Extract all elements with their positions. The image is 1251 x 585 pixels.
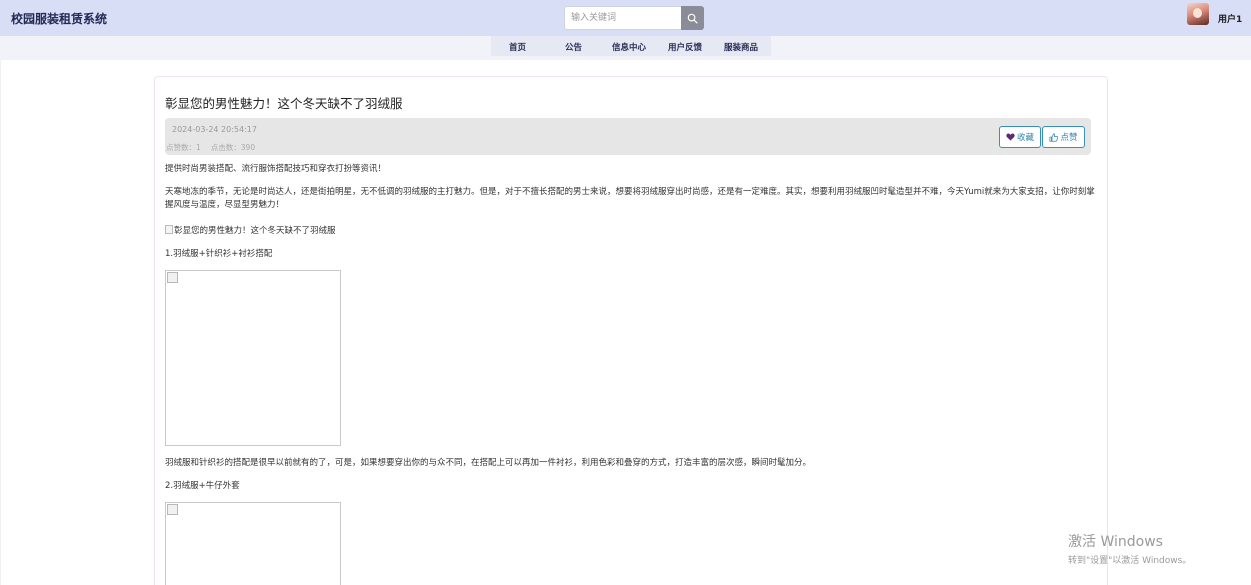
search-button[interactable] — [681, 6, 704, 30]
main-nav: 首页 公告 信息中心 用户反馈 服装商品 — [0, 36, 1251, 60]
watermark-subtitle: 转到"设置"以激活 Windows。 — [1068, 556, 1192, 566]
nav-item-home[interactable]: 首页 — [509, 41, 526, 53]
search-icon — [687, 13, 698, 24]
broken-image-icon — [165, 225, 173, 234]
watermark-title: 激活 Windows — [1068, 534, 1163, 550]
click-count: 点击数：390 — [210, 143, 256, 152]
nav-item-notice[interactable]: 公告 — [565, 41, 582, 53]
nav-item-clothing[interactable]: 服装商品 — [724, 41, 758, 53]
nav-menu: 首页 公告 信息中心 用户反馈 服装商品 — [491, 36, 771, 56]
article-paragraph: 天寒地冻的季节，无论是时尚达人，还是街拍明星，无不低调的羽绒服的主打魅力。但是，… — [165, 187, 1095, 210]
article-stats: 点赞数：1 点击数：390 — [166, 142, 265, 153]
article-image-broken: 彰显您的男性魅力！这个冬天缺不了羽绒服 — [165, 224, 336, 236]
username-label[interactable]: 用户1 — [1218, 12, 1242, 25]
search-input[interactable] — [564, 6, 681, 30]
image-alt-text: 彰显您的男性魅力！这个冬天缺不了羽绒服 — [174, 226, 336, 236]
search-box — [564, 6, 704, 30]
article-intro: 提供时尚男装搭配、流行服饰搭配技巧和穿衣打扮等资讯！ — [165, 164, 387, 174]
page-edge — [0, 60, 1, 585]
section-heading: 2.羽绒服+牛仔外套 — [165, 481, 240, 491]
article-paragraph: 羽绒服和针织衫的搭配是很早以前就有的了，可是，如果想要穿出你的与众不同，在搭配上… — [165, 458, 812, 468]
nav-item-feedback[interactable]: 用户反馈 — [668, 41, 702, 53]
favorite-button[interactable]: 收藏 — [999, 126, 1041, 148]
avatar[interactable] — [1187, 3, 1209, 25]
nav-item-info-center[interactable]: 信息中心 — [612, 41, 646, 53]
article-image — [165, 270, 341, 446]
article-date: 2024-03-24 20:54:17 — [172, 125, 257, 134]
site-brand[interactable]: 校园服装租赁系统 — [11, 10, 107, 27]
favorite-label: 收藏 — [1016, 133, 1034, 143]
like-count: 点赞数：1 — [166, 143, 201, 152]
windows-watermark: 激活 Windows 转到"设置"以激活 Windows。 — [1068, 531, 1191, 566]
article-title: 彰显您的男性魅力！这个冬天缺不了羽绒服 — [165, 96, 403, 111]
like-button[interactable]: 点赞 — [1042, 126, 1085, 148]
section-heading: 1.羽绒服+针织衫+衬衫搭配 — [165, 249, 273, 259]
thumbs-up-icon — [1050, 132, 1059, 142]
article-meta-bar — [165, 118, 1091, 155]
like-label: 点赞 — [1060, 133, 1078, 143]
heart-icon — [1006, 133, 1015, 141]
article-image — [165, 502, 341, 585]
top-bar: 校园服装租赁系统 用户1 — [0, 0, 1251, 36]
